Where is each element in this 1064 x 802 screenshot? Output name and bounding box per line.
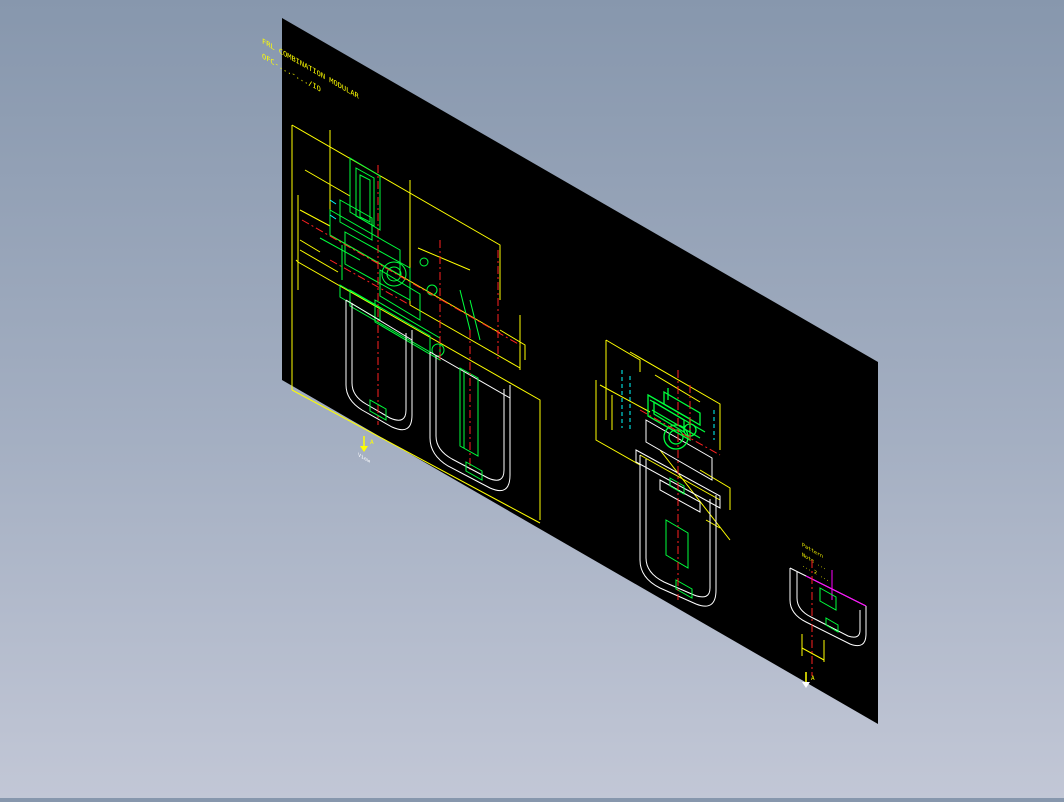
cad-viewport[interactable]: FRL COMBINATION MODULAR OFC-...-.../IO A… bbox=[0, 0, 1064, 798]
view-note-left: View bbox=[358, 452, 371, 465]
view-marker-right-label: A bbox=[811, 675, 815, 682]
cad-canvas[interactable]: FRL COMBINATION MODULAR OFC-...-.../IO A… bbox=[0, 0, 1064, 798]
view-marker-left: A View bbox=[358, 436, 374, 465]
drawing-sheet bbox=[282, 18, 878, 724]
view-marker-left-label: A bbox=[370, 439, 374, 446]
